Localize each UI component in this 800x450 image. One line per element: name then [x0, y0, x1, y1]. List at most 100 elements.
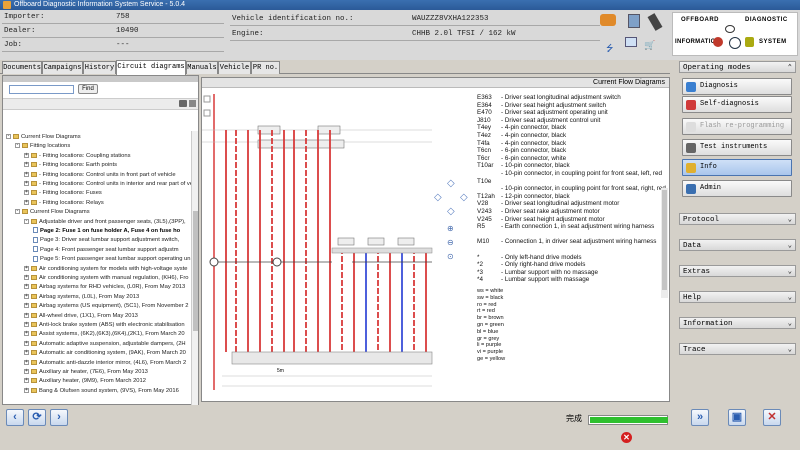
tab-documents[interactable]: Documents [2, 61, 42, 74]
refresh-button[interactable]: ⟳ [28, 409, 46, 426]
tree-folder-item[interactable]: - Current Flow Diagrams [3, 133, 81, 142]
zoom-out-icon[interactable]: ⊖ [447, 238, 454, 247]
tree-folder-item[interactable]: - Current Flow Diagrams [3, 208, 90, 217]
mode-diagnosis-button[interactable]: Diagnosis [682, 78, 792, 95]
engine-value: CHHB 2.0l TFSI / 162 kW [412, 30, 516, 38]
mode-info-button[interactable]: Info [682, 159, 792, 176]
tool-button[interactable]: ▣ [728, 409, 746, 426]
find-button[interactable]: Find [78, 84, 98, 94]
tab-manuals[interactable]: Manuals [186, 61, 218, 74]
tree-folder-item[interactable]: + Airbag systems for RHD vehicles, (L0R),… [3, 283, 185, 292]
tree-document-item[interactable]: Page 4: Front passenger seat lumbar supp… [3, 246, 179, 255]
tree-folder-item[interactable]: + Airbag systems (US equipment), (5C1), F… [3, 302, 188, 311]
tree-item-label: Air conditioning system for models with … [39, 265, 188, 272]
mode-test-instruments-button[interactable]: Test instruments [682, 139, 792, 156]
exit-button[interactable]: ✕ [763, 409, 781, 426]
legend-entry: - 10-pin connector, in coupling point fo… [501, 185, 666, 193]
trace-header[interactable]: Trace ⌄ [679, 343, 796, 355]
pan-up-icon[interactable]: ◇ [447, 178, 455, 189]
expand-icon: + [24, 311, 29, 318]
extras-header[interactable]: Extras ⌄ [679, 265, 796, 277]
tree-folder-item[interactable]: + Automatic air conditioning system, (9AK… [3, 349, 186, 358]
pan-down-icon[interactable]: ◇ [447, 206, 455, 217]
tab-history[interactable]: History [83, 61, 116, 74]
tree-folder-item[interactable]: + Automatic anti-dazzle interior mirror, … [3, 359, 186, 368]
mode-admin-button[interactable]: Admin [682, 180, 792, 197]
legend-entry: T12ah - 12-pin connector, black [477, 192, 570, 200]
engine-label: Engine: [232, 30, 264, 38]
back-button[interactable]: ‹ [6, 409, 24, 426]
legend-entry: - 10-pin connector, in coupling point fo… [501, 170, 663, 177]
search-input[interactable] [9, 85, 74, 94]
tree-folder-item[interactable]: - Fitting locations [3, 142, 70, 151]
tree-item-label: Fitting locations [30, 143, 71, 150]
tree-item-label: Automatic air conditioning system, (9AK)… [39, 350, 186, 357]
folder-icon [31, 265, 37, 271]
help-header[interactable]: Help ⌄ [679, 291, 796, 303]
tree-folder-item[interactable]: + Air conditioning system with manual reg… [3, 274, 189, 283]
tree-folder-item[interactable]: + - Fitting locations: Coupling stations [3, 152, 131, 161]
fast-forward-button[interactable]: » [691, 409, 709, 426]
tree-folder-item[interactable]: - Adjustable driver and front passenger s… [3, 218, 186, 227]
forward-button[interactable]: › [50, 409, 68, 426]
tree-item-label: - Fitting locations: Relays [39, 199, 104, 206]
print-icon[interactable] [179, 100, 187, 107]
tree-scrollbar[interactable] [191, 131, 198, 405]
tree-folder-item[interactable]: + - Fitting locations: Relays [3, 199, 104, 208]
tree-folder-item[interactable]: + Auxiliary heater, (9M9), From March 201… [3, 377, 146, 386]
close-icon[interactable]: ✕ [621, 432, 632, 443]
folder-icon [31, 293, 37, 299]
tree-document-item[interactable]: Page 2: Fuse 1 on fuse holder A, Fuse 4 … [3, 227, 180, 236]
tab-vehicle[interactable]: Vehicle [218, 61, 251, 74]
mode-self-diagnosis-button[interactable]: Self-diagnosis [682, 96, 792, 113]
pan-left-icon[interactable]: ◇ [434, 192, 442, 203]
tab-pr-no[interactable]: PR no. [251, 61, 280, 74]
pan-right-icon[interactable]: ◇ [460, 192, 468, 203]
operating-modes-header[interactable]: Operating modes ⌃ [679, 61, 796, 73]
tree-folder-item[interactable]: + Automatic adaptive suspension, adjustab… [3, 340, 186, 349]
tree-folder-item[interactable]: + Bang & Olufsen sound system, (9VS), Fro… [3, 387, 179, 396]
tree-folder-item[interactable]: + Airbag systems, (L0L), From May 2013 [3, 293, 139, 302]
folder-icon [31, 359, 37, 365]
tree-folder-item[interactable]: + Auxiliary air heater, (7E6), From May 2… [3, 368, 148, 377]
tree-document-item[interactable]: Page 3: Driver seat lumbar support adjus… [3, 236, 179, 245]
tree-item-label: All-wheel drive, (1X1), From May 2013 [39, 312, 138, 319]
tab-circuit-diagrams[interactable]: Circuit diagrams [116, 60, 186, 75]
tree-folder-item[interactable]: + - Fitting locations: Earth points [3, 161, 117, 170]
settings-icon[interactable] [189, 100, 196, 107]
tree-folder-item[interactable]: + Anti-lock brake system (ABS) with elect… [3, 321, 185, 330]
zoom-in-icon[interactable]: ⊕ [447, 224, 454, 233]
information-header[interactable]: Information ⌄ [679, 317, 796, 329]
diagram-scrollbar[interactable] [661, 188, 668, 298]
tree-folder-item[interactable]: + Assist systems, (6K2),(6K3),(6K4),(2K1)… [3, 330, 185, 339]
legend-entry: *4- Lumbar support with massage [477, 276, 590, 284]
folder-icon [31, 378, 37, 384]
data-header[interactable]: Data ⌄ [679, 239, 796, 251]
expand-icon: + [24, 151, 29, 158]
folder-icon [31, 171, 37, 177]
tree-folder-item[interactable]: + All-wheel drive, (1X1), From May 2013 [3, 312, 138, 321]
legend-entry: T10ar - 10-pin connector, black [477, 162, 570, 170]
protocol-header[interactable]: Protocol ⌄ [679, 213, 796, 225]
expand-icon: + [24, 302, 29, 309]
tree-folder-item[interactable]: + - Fitting locations: Control units in i… [3, 180, 191, 189]
zoom-fit-icon[interactable]: ⊙ [447, 252, 454, 261]
legend-entry [477, 231, 501, 238]
tree-item-label: Page 3: Driver seat lumbar support adjus… [40, 237, 180, 244]
tree-item-label: Airbag systems (US equipment), (5C1), Fr… [39, 303, 189, 310]
flash-icon [686, 122, 696, 132]
expand-icon: + [24, 273, 29, 280]
tree-folder-item[interactable]: + Air conditioning system for models with… [3, 265, 188, 274]
tab-campaigns[interactable]: Campaigns [42, 61, 83, 74]
bottom-toolbar [0, 405, 800, 450]
tree-folder-item[interactable]: + - Fitting locations: Fuses [3, 189, 102, 198]
pen-tool-icon [647, 13, 663, 31]
tree-folder-item[interactable]: + - Fitting locations: Control units in f… [3, 171, 176, 180]
expand-icon: + [24, 198, 29, 205]
collapse-icon: - [24, 217, 29, 224]
tree-document-item[interactable]: Page 5: Front passenger seat lumbar supp… [3, 255, 191, 264]
folder-icon [31, 190, 37, 196]
expand-icon: + [24, 367, 29, 374]
circuit-diagram-drawing[interactable]: 5m [202, 90, 447, 402]
tree-item-label: Auxiliary air heater, (7E6), From May 20… [39, 369, 148, 375]
